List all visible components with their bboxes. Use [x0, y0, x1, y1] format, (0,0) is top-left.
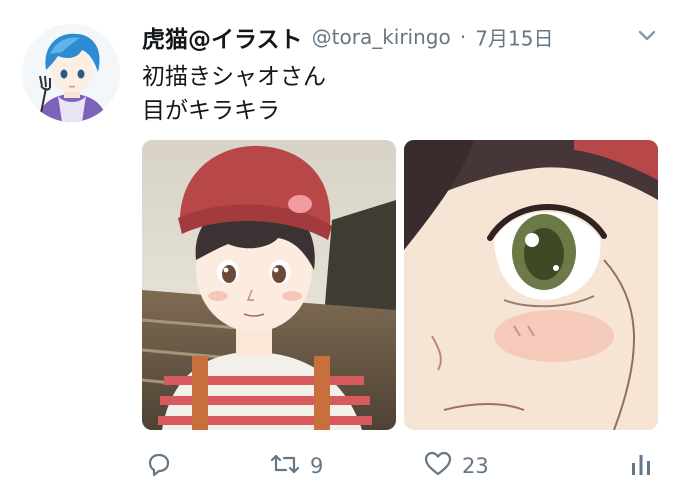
- timestamp[interactable]: 7月15日: [475, 27, 553, 51]
- tweet-text: 初描きシャオさん 目がキラキラ: [142, 60, 656, 128]
- separator-dot: ·: [459, 25, 467, 49]
- display-name[interactable]: 虎猫@イラスト: [142, 27, 303, 53]
- retweet-count: 9: [310, 454, 324, 478]
- tweet-card: 虎猫@イラスト @tora_kiringo · 7月15日 初描きシャオさん 目…: [0, 0, 680, 500]
- like-count: 23: [462, 454, 489, 478]
- username-handle[interactable]: @tora_kiringo: [312, 25, 451, 49]
- heart-icon: [424, 451, 452, 481]
- analytics-icon: [630, 451, 652, 481]
- photo-2[interactable]: [404, 140, 658, 430]
- retweet-icon: [270, 452, 300, 480]
- avatar[interactable]: [22, 24, 120, 122]
- tweet-header: 虎猫@イラスト @tora_kiringo · 7月15日: [142, 20, 660, 56]
- reply-icon: [146, 451, 172, 481]
- tweet-text-line: 目がキラキラ: [142, 98, 280, 124]
- avatar-illustration: [22, 24, 120, 122]
- photo-1[interactable]: [142, 140, 396, 430]
- chevron-down-icon[interactable]: [636, 28, 658, 44]
- like-button[interactable]: 23: [424, 448, 489, 484]
- photo-illustration-eye-closeup: [404, 140, 658, 430]
- media-grid: [142, 140, 658, 430]
- photo-illustration-portrait: [142, 140, 396, 430]
- tweet-actions: 9 23: [142, 448, 656, 484]
- tweet-text-line: 初描きシャオさん: [142, 64, 326, 90]
- analytics-button[interactable]: [630, 448, 652, 484]
- retweet-button[interactable]: 9: [270, 448, 323, 484]
- reply-button[interactable]: [146, 448, 172, 484]
